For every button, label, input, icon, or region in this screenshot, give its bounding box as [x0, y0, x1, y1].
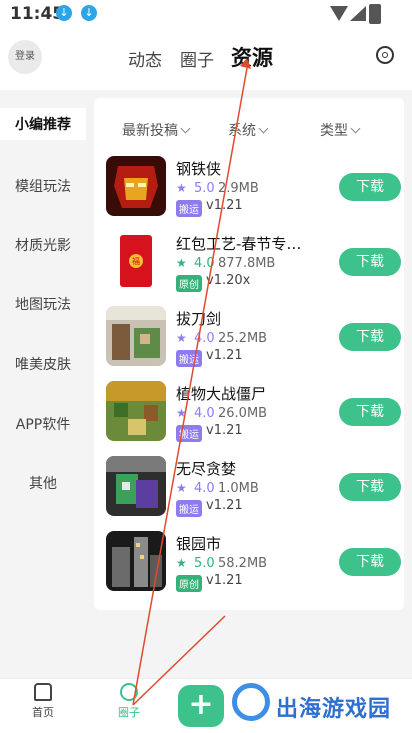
app-size: 2.9MB	[218, 181, 259, 196]
login-button[interactable]: 登录	[8, 40, 42, 74]
list-item[interactable]: 无尽贪婪 ★ 4.0 1.0MB 搬运 v1.21 下载	[106, 456, 401, 526]
source-badge: 搬运	[176, 350, 202, 367]
app-version: v1.21	[206, 198, 243, 213]
chevron-down-icon	[350, 123, 361, 134]
list-item[interactable]: 钢铁侠 ★ 5.0 2.9MB 搬运 v1.21 下载	[106, 156, 401, 226]
compass-icon	[120, 683, 138, 701]
chevron-down-icon	[258, 123, 269, 134]
app-name: 红包工艺-春节专属模组	[176, 235, 316, 253]
app-thumbnail	[106, 456, 166, 516]
app-size: 25.2MB	[218, 331, 268, 346]
app-version: v1.20x	[206, 273, 251, 288]
app-version: v1.21	[206, 498, 243, 513]
app-thumbnail	[106, 531, 166, 591]
download-button[interactable]: 下载	[339, 473, 401, 501]
star-icon: ★	[176, 556, 187, 570]
app-name: 无尽贪婪	[176, 460, 237, 478]
logo-icon	[232, 683, 270, 721]
app-version: v1.21	[206, 573, 243, 588]
app-thumbnail	[106, 156, 166, 216]
source-badge: 搬运	[176, 200, 202, 217]
star-icon: ★	[176, 256, 187, 270]
category-sidebar: 小编推荐 模组玩法 材质光影 地图玩法 唯美皮肤 APP软件 其他	[0, 90, 86, 680]
tab-circle[interactable]: 圈子	[180, 46, 214, 71]
tab-dynamic[interactable]: 动态	[128, 46, 162, 71]
svg-text:福: 福	[132, 257, 140, 266]
list-item[interactable]: 植物大战僵尸 ★ 4.0 26.0MB 搬运 v1.21 下载	[106, 381, 401, 451]
star-icon: ★	[176, 481, 187, 495]
download-button[interactable]: 下载	[339, 548, 401, 576]
download-notification-icon: ↓	[56, 5, 72, 21]
app-name: 银园市	[176, 535, 222, 553]
app-rating: 4.0	[194, 256, 215, 271]
star-icon: ★	[176, 181, 187, 195]
signal-icon	[350, 6, 366, 21]
app-name: 植物大战僵尸	[176, 385, 267, 403]
app-size: 58.2MB	[218, 556, 268, 571]
app-version: v1.21	[206, 348, 243, 363]
sidebar-item-mods[interactable]: 模组玩法	[0, 176, 86, 196]
content-area: 最新投稿 系统 类型 钢铁侠 ★ 5.0 2.9MB 搬运 v1.21 下载 福…	[86, 90, 412, 680]
app-rating: 4.0	[194, 406, 215, 421]
app-version: v1.21	[206, 423, 243, 438]
list-item[interactable]: 福 红包工艺-春节专属模组 ★ 4.0 877.8MB 原创 v1.20x 下载	[106, 231, 401, 301]
filter-type[interactable]: 类型	[320, 120, 361, 140]
battery-icon	[369, 4, 381, 24]
add-button[interactable]: +	[178, 685, 224, 727]
filter-label: 系统	[228, 123, 256, 139]
list-item[interactable]: 拔刀剑 ★ 4.0 25.2MB 搬运 v1.21 下载	[106, 306, 401, 376]
app-size: 1.0MB	[218, 481, 259, 496]
app-thumbnail	[106, 306, 166, 366]
app-thumbnail: 福	[106, 231, 166, 291]
sidebar-item-apps[interactable]: APP软件	[0, 414, 86, 434]
sidebar-item-textures[interactable]: 材质光影	[0, 235, 86, 255]
watermark-text: 出海游戏园	[276, 697, 392, 722]
download-button[interactable]: 下载	[339, 323, 401, 351]
resource-panel: 最新投稿 系统 类型 钢铁侠 ★ 5.0 2.9MB 搬运 v1.21 下载 福…	[94, 98, 404, 610]
filter-system[interactable]: 系统	[228, 120, 269, 140]
app-size: 877.8MB	[218, 256, 276, 271]
app-name: 拔刀剑	[176, 310, 222, 328]
sidebar-item-skins[interactable]: 唯美皮肤	[0, 354, 86, 374]
app-size: 26.0MB	[218, 406, 268, 421]
source-badge: 原创	[176, 275, 202, 292]
wifi-icon	[330, 6, 348, 21]
source-badge: 搬运	[176, 425, 202, 442]
status-bar: 11:45 ↓ ↓	[0, 0, 412, 28]
list-item[interactable]: 银园市 ★ 5.0 58.2MB 原创 v1.21 下载	[106, 531, 401, 601]
nav-home-label: 首页	[32, 706, 54, 719]
settings-gear-icon[interactable]	[376, 46, 394, 64]
source-badge: 搬运	[176, 500, 202, 517]
sidebar-item-other[interactable]: 其他	[0, 473, 86, 493]
star-icon: ★	[176, 331, 187, 345]
nav-circle[interactable]: 圈子	[99, 683, 159, 720]
nav-home[interactable]: 首页	[13, 683, 73, 720]
star-icon: ★	[176, 406, 187, 420]
bottom-nav: 首页 圈子 + 出海游戏园	[0, 678, 412, 733]
download-button[interactable]: 下载	[339, 173, 401, 201]
download-button[interactable]: 下载	[339, 398, 401, 426]
chevron-down-icon	[180, 123, 191, 134]
app-rating: 5.0	[194, 556, 215, 571]
download-notification-icon: ↓	[81, 5, 97, 21]
top-header: 登录 动态 圈子 资源	[0, 28, 412, 90]
home-icon	[34, 683, 52, 701]
download-button[interactable]: 下载	[339, 248, 401, 276]
app-rating: 4.0	[194, 331, 215, 346]
app-rating: 4.0	[194, 481, 215, 496]
app-name: 钢铁侠	[176, 160, 222, 178]
filter-label: 类型	[320, 123, 348, 139]
app-thumbnail	[106, 381, 166, 441]
source-badge: 原创	[176, 575, 202, 592]
sidebar-item-recommend[interactable]: 小编推荐	[0, 108, 86, 140]
app-rating: 5.0	[194, 181, 215, 196]
filter-latest[interactable]: 最新投稿	[122, 120, 191, 140]
sidebar-item-maps[interactable]: 地图玩法	[0, 294, 86, 314]
filter-label: 最新投稿	[122, 123, 178, 139]
tab-resources[interactable]: 资源	[231, 42, 273, 72]
nav-circle-label: 圈子	[118, 706, 140, 719]
